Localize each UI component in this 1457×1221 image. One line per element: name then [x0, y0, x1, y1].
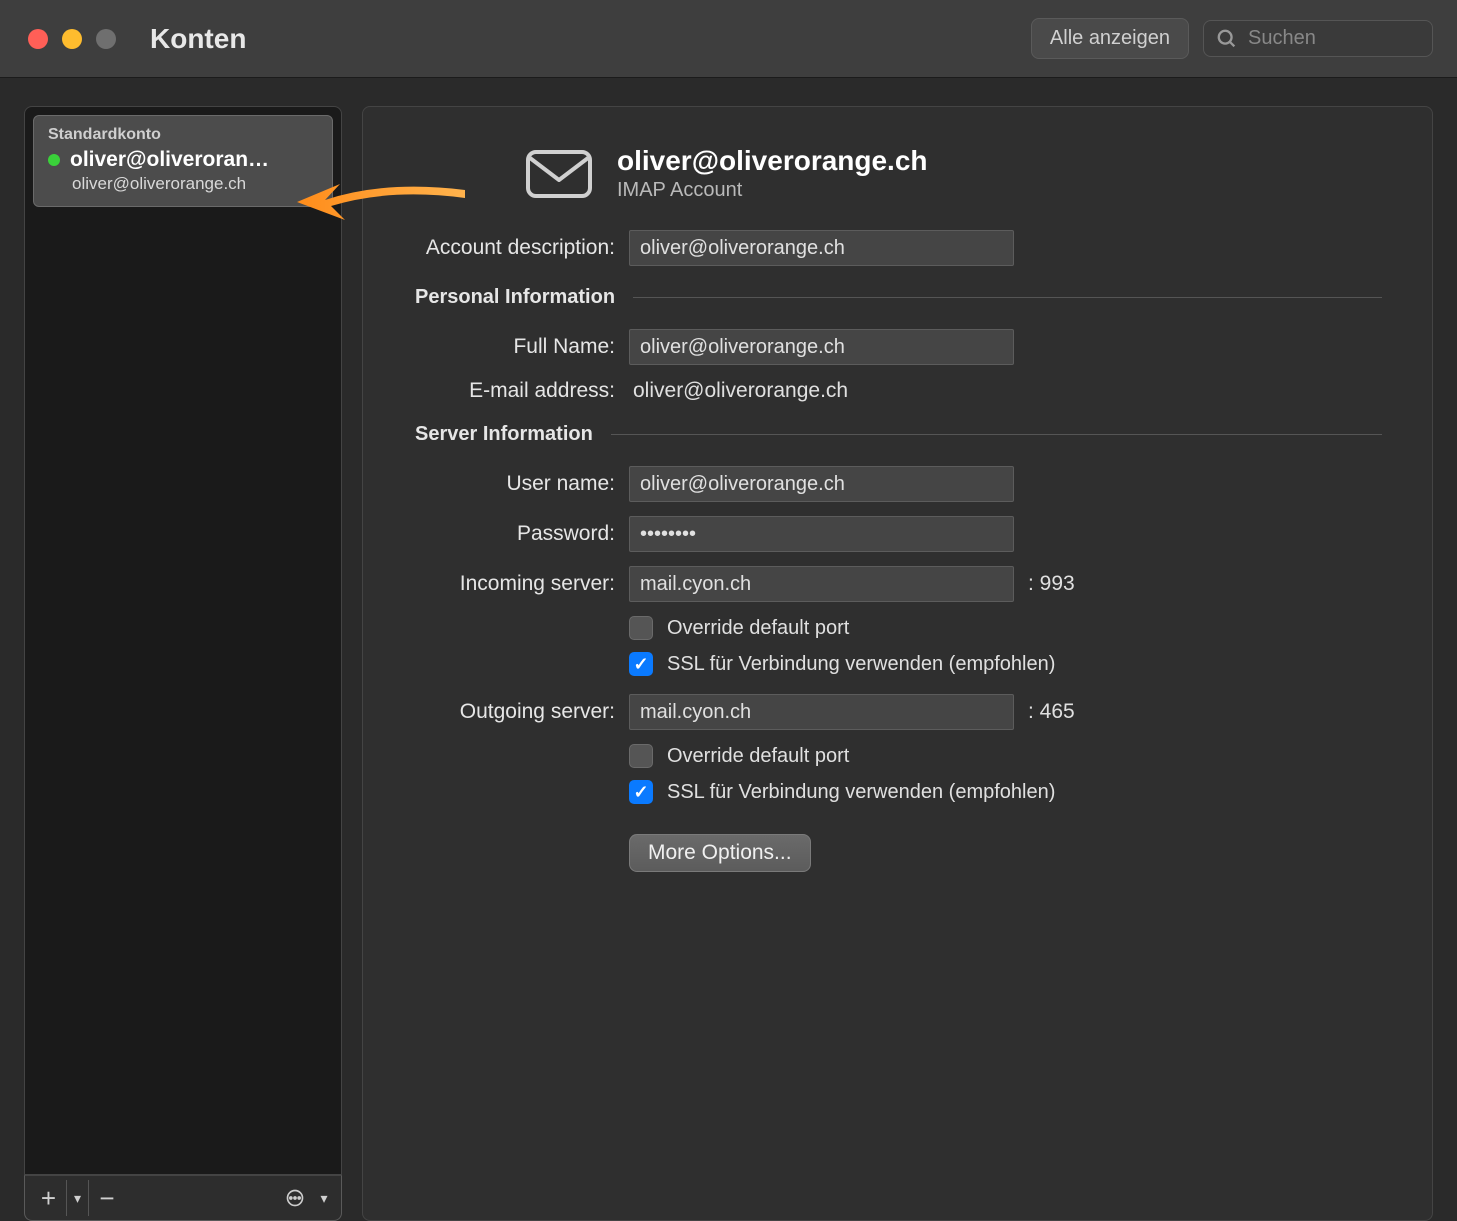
remove-account-button[interactable]: − [89, 1180, 125, 1216]
account-header: oliver@oliverorange.ch IMAP Account [523, 145, 1382, 202]
account-heading: oliver@oliverorange.ch [617, 145, 928, 177]
search-icon [1216, 28, 1238, 50]
row-incoming-ssl: SSL für Verbindung verwenden (empfohlen) [629, 652, 1382, 676]
outgoing-override-port-label: Override default port [667, 745, 849, 768]
row-user-name: User name: [393, 466, 1382, 502]
default-account-label: Standardkonto [48, 126, 318, 144]
outgoing-override-port-checkbox[interactable] [629, 744, 653, 768]
accounts-list: Standardkonto oliver@oliveroran… oliver@… [24, 106, 342, 1175]
user-name-input[interactable] [629, 466, 1014, 502]
outgoing-port: : 465 [1028, 700, 1075, 724]
row-password: Password: [393, 516, 1382, 552]
titlebar: Konten Alle anzeigen [0, 0, 1457, 78]
account-name-row: oliver@oliveroran… [48, 148, 318, 172]
sidebar: Standardkonto oliver@oliveroran… oliver@… [24, 106, 342, 1221]
account-header-text: oliver@oliverorange.ch IMAP Account [617, 145, 928, 202]
email-label: E-mail address: [393, 379, 615, 403]
sidebar-footer: + ▾ − ▾ [24, 1175, 342, 1221]
account-description-label: Account description: [393, 236, 615, 260]
maximize-window-button[interactable] [96, 29, 116, 49]
password-input[interactable] [629, 516, 1014, 552]
section-personal: Personal Information [415, 286, 1382, 309]
incoming-port: : 993 [1028, 572, 1075, 596]
section-server: Server Information [415, 423, 1382, 446]
search-field[interactable] [1203, 20, 1433, 57]
account-subheading: IMAP Account [617, 179, 928, 202]
outgoing-ssl-label: SSL für Verbindung verwenden (empfohlen) [667, 781, 1055, 804]
user-name-label: User name: [393, 472, 615, 496]
server-section-title: Server Information [415, 423, 593, 446]
row-full-name: Full Name: [393, 329, 1382, 365]
row-outgoing-ssl: SSL für Verbindung verwenden (empfohlen) [629, 780, 1382, 804]
content-area: Standardkonto oliver@oliveroran… oliver@… [0, 78, 1457, 1221]
outgoing-server-label: Outgoing server: [393, 700, 615, 724]
outgoing-server-input[interactable] [629, 694, 1014, 730]
personal-section-title: Personal Information [415, 286, 615, 309]
incoming-ssl-checkbox[interactable] [629, 652, 653, 676]
add-account-button[interactable]: + [31, 1180, 67, 1216]
password-label: Password: [393, 522, 615, 546]
window-title: Konten [150, 23, 246, 55]
row-incoming-override-port: Override default port [629, 616, 1382, 640]
incoming-ssl-label: SSL für Verbindung verwenden (empfohlen) [667, 653, 1055, 676]
row-incoming: Incoming server: : 993 [393, 566, 1382, 602]
minimize-window-button[interactable] [62, 29, 82, 49]
mail-icon [523, 146, 595, 202]
divider-line [633, 297, 1382, 298]
status-online-icon [48, 154, 60, 166]
toolbar-right: Alle anzeigen [1031, 18, 1433, 59]
incoming-server-input[interactable] [629, 566, 1014, 602]
row-email: E-mail address: oliver@oliverorange.ch [393, 379, 1382, 403]
close-window-button[interactable] [28, 29, 48, 49]
account-description-input[interactable] [629, 230, 1014, 266]
show-all-button[interactable]: Alle anzeigen [1031, 18, 1189, 59]
search-input[interactable] [1248, 27, 1457, 50]
account-list-item[interactable]: Standardkonto oliver@oliveroran… oliver@… [33, 115, 333, 207]
outgoing-ssl-checkbox[interactable] [629, 780, 653, 804]
incoming-server-label: Incoming server: [393, 572, 615, 596]
traffic-lights [28, 29, 116, 49]
full-name-input[interactable] [629, 329, 1014, 365]
add-account-dropdown[interactable]: ▾ [67, 1180, 89, 1216]
account-email: oliver@oliverorange.ch [72, 174, 318, 194]
divider-line [611, 434, 1382, 435]
row-account-description: Account description: [393, 230, 1382, 266]
incoming-override-port-checkbox[interactable] [629, 616, 653, 640]
more-options-button[interactable]: More Options... [629, 834, 811, 872]
account-options-dropdown[interactable]: ▾ [313, 1180, 335, 1216]
account-options-button[interactable] [277, 1180, 313, 1216]
details-panel: oliver@oliverorange.ch IMAP Account Acco… [362, 106, 1433, 1221]
email-value: oliver@oliverorange.ch [629, 379, 848, 403]
row-outgoing-override-port: Override default port [629, 744, 1382, 768]
incoming-override-port-label: Override default port [667, 617, 849, 640]
row-outgoing: Outgoing server: : 465 [393, 694, 1382, 730]
full-name-label: Full Name: [393, 335, 615, 359]
account-name: oliver@oliveroran… [70, 148, 269, 172]
